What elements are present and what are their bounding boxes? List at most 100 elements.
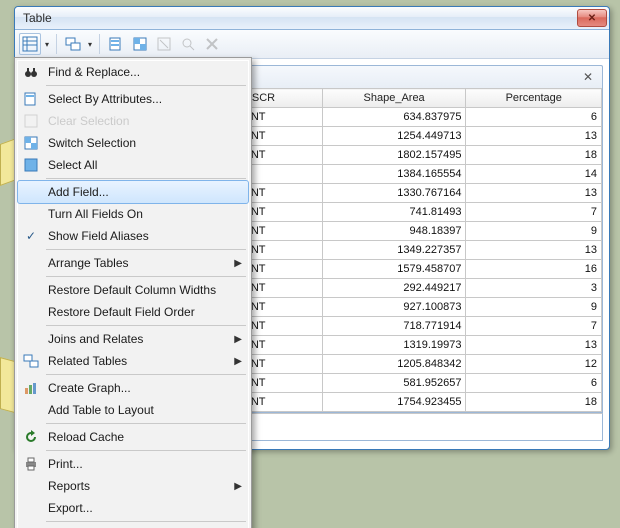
select-all-icon [18, 154, 44, 176]
menu-restore-column-widths[interactable]: Restore Default Column Widths [18, 279, 248, 301]
menu-joins-relates[interactable]: Joins and Relates ▶ [18, 328, 248, 350]
menu-separator [46, 276, 246, 277]
menu-print[interactable]: Print... [18, 453, 248, 475]
cell[interactable]: 718.771914 [322, 317, 466, 336]
cell[interactable]: 292.449217 [322, 279, 466, 298]
menu-create-graph[interactable]: Create Graph... [18, 377, 248, 399]
cell[interactable]: 927.100873 [322, 298, 466, 317]
select-by-attributes-button[interactable] [105, 33, 127, 55]
cell[interactable]: 1205.848342 [322, 355, 466, 374]
menu-export[interactable]: Export... [18, 497, 248, 519]
menu-item-label: Select By Attributes... [44, 92, 230, 106]
cell[interactable]: 7 [466, 317, 602, 336]
menu-find-replace[interactable]: Find & Replace... [18, 61, 248, 83]
clear-selection-icon [18, 110, 44, 132]
refresh-icon [18, 426, 44, 448]
menu-select-by-attributes[interactable]: Select By Attributes... [18, 88, 248, 110]
menu-separator [46, 374, 246, 375]
titlebar[interactable]: Table [15, 7, 609, 30]
blank-icon [18, 399, 44, 421]
blank-icon [18, 497, 44, 519]
menu-item-label: Select All [44, 158, 230, 172]
cell[interactable]: 1349.227357 [322, 241, 466, 260]
menu-related-tables[interactable]: Related Tables ▶ [18, 350, 248, 372]
cell[interactable]: 7 [466, 203, 602, 222]
submenu-arrow-icon: ▶ [234, 356, 242, 367]
cell[interactable]: 1579.458707 [322, 260, 466, 279]
table-options-button[interactable] [19, 33, 41, 55]
switch-selection-button[interactable] [129, 33, 151, 55]
menu-item-label: Export... [44, 501, 230, 515]
menu-add-table-to-layout[interactable]: Add Table to Layout [18, 399, 248, 421]
cell[interactable]: 6 [466, 374, 602, 393]
cell[interactable]: 13 [466, 241, 602, 260]
menu-show-field-aliases[interactable]: Show Field Aliases [18, 225, 248, 247]
related-tables-dropdown-icon[interactable]: ▾ [86, 40, 94, 49]
related-tables-button[interactable] [62, 33, 84, 55]
blank-icon [18, 475, 44, 497]
cell[interactable]: 3 [466, 279, 602, 298]
cell[interactable]: 14 [466, 165, 602, 184]
menu-separator [46, 178, 246, 179]
cell[interactable]: 1330.767164 [322, 184, 466, 203]
tab-close-icon[interactable] [580, 69, 596, 85]
menu-item-label: Arrange Tables [44, 256, 230, 270]
cell[interactable]: 12 [466, 355, 602, 374]
menu-turn-all-fields-on[interactable]: Turn All Fields On [18, 203, 248, 225]
switch-selection-icon [18, 132, 44, 154]
cell[interactable]: 1384.165554 [322, 165, 466, 184]
table-options-dropdown-icon[interactable]: ▾ [43, 40, 51, 49]
check-icon [18, 225, 44, 247]
menu-separator [46, 325, 246, 326]
menu-separator [46, 521, 246, 522]
cell[interactable]: 581.952657 [322, 374, 466, 393]
menu-select-all[interactable]: Select All [18, 154, 248, 176]
printer-icon [18, 453, 44, 475]
menu-separator [46, 423, 246, 424]
cell[interactable]: 634.837975 [322, 108, 466, 127]
menu-item-label: Reports [44, 479, 230, 493]
column-header[interactable]: Shape_Area [322, 89, 466, 108]
cell[interactable]: 13 [466, 184, 602, 203]
cell[interactable]: 16 [466, 260, 602, 279]
separator [99, 34, 100, 54]
menu-appearance[interactable]: Appearance... [18, 524, 248, 528]
menu-separator [46, 85, 246, 86]
table-options-menu: Find & Replace... Select By Attributes..… [14, 57, 252, 528]
cell[interactable]: 1802.157495 [322, 146, 466, 165]
table-select-icon [18, 88, 44, 110]
blank-icon [18, 328, 44, 350]
menu-restore-field-order[interactable]: Restore Default Field Order [18, 301, 248, 323]
menu-arrange-tables[interactable]: Arrange Tables ▶ [18, 252, 248, 274]
toolbar: ▾ ▾ [15, 30, 609, 59]
menu-item-label: Show Field Aliases [44, 229, 230, 243]
cell[interactable]: 18 [466, 146, 602, 165]
zoom-selected-button [177, 33, 199, 55]
cell[interactable]: 13 [466, 127, 602, 146]
cell[interactable]: 948.18397 [322, 222, 466, 241]
cell[interactable]: 6 [466, 108, 602, 127]
cell[interactable]: 1319.19973 [322, 336, 466, 355]
cell[interactable]: 18 [466, 393, 602, 412]
chart-icon [18, 377, 44, 399]
menu-reload-cache[interactable]: Reload Cache [18, 426, 248, 448]
close-button[interactable] [577, 9, 607, 27]
cell[interactable]: 9 [466, 298, 602, 317]
delete-selected-button [201, 33, 223, 55]
separator [56, 34, 57, 54]
menu-reports[interactable]: Reports ▶ [18, 475, 248, 497]
binoculars-icon [18, 61, 44, 83]
column-header[interactable]: Percentage [466, 89, 602, 108]
cell[interactable]: 9 [466, 222, 602, 241]
clear-selection-button [153, 33, 175, 55]
submenu-arrow-icon: ▶ [234, 258, 242, 269]
menu-switch-selection[interactable]: Switch Selection [18, 132, 248, 154]
blank-icon [18, 301, 44, 323]
blank-icon [18, 203, 44, 225]
menu-item-label: Clear Selection [44, 114, 230, 128]
menu-add-field[interactable]: Add Field... [17, 180, 249, 204]
cell[interactable]: 1254.449713 [322, 127, 466, 146]
cell[interactable]: 13 [466, 336, 602, 355]
cell[interactable]: 1754.923455 [322, 393, 466, 412]
cell[interactable]: 741.81493 [322, 203, 466, 222]
